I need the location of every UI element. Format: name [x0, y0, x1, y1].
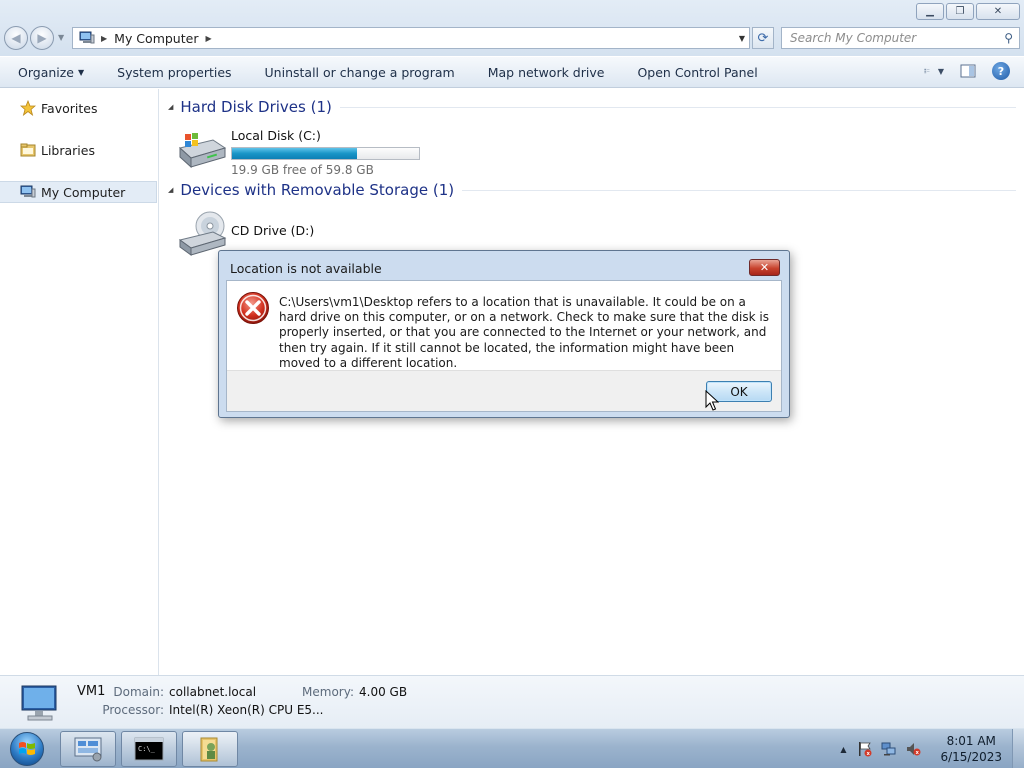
close-window-button[interactable]: ✕	[976, 3, 1020, 20]
server-manager-icon	[74, 737, 102, 762]
group-header-hard-disks[interactable]: ◢ Hard Disk Drives (1)	[168, 98, 1016, 116]
restore-button[interactable]: ❐	[946, 3, 974, 20]
svg-text:C:\_: C:\_	[138, 745, 156, 753]
search-icon[interactable]: ⚲	[1004, 31, 1013, 45]
close-icon: ✕	[759, 261, 770, 274]
computer-icon	[19, 184, 37, 200]
explorer-folder-icon	[200, 737, 218, 762]
computer-name: VM1	[77, 684, 106, 699]
details-pane: VM1 Domain: collabnet.local Memory: 4.00…	[0, 675, 1024, 728]
refresh-button[interactable]: ⟳	[752, 27, 774, 49]
organize-label: Organize	[18, 64, 74, 80]
dialog-close-button[interactable]: ✕	[749, 259, 780, 276]
start-button[interactable]	[4, 730, 50, 768]
dialog-message-area: C:\Users\vm1\Desktop refers to a locatio…	[227, 281, 781, 370]
command-bar: Organize ▼ System properties Uninstall or…	[0, 57, 1024, 88]
window-controls: ▁ ❐ ✕	[916, 3, 1020, 20]
hard-disk-icon	[177, 126, 227, 172]
volume-muted-icon[interactable]: x	[904, 740, 922, 758]
sidebar-item-favorites[interactable]: Favorites	[0, 97, 157, 119]
domain-label: Domain:	[113, 685, 164, 699]
clock-date: 6/15/2023	[940, 750, 1002, 764]
map-network-drive-button[interactable]: Map network drive	[470, 65, 620, 80]
taskbar: C:\_ ▲ x x 8:01 AM 6/15/2023	[0, 728, 1024, 768]
system-properties-button[interactable]: System properties	[99, 65, 246, 80]
network-icon[interactable]	[880, 740, 898, 758]
address-dropdown-icon[interactable]: ▼	[739, 34, 745, 43]
refresh-icon: ⟳	[757, 30, 769, 46]
chevron-down-icon: ▼	[937, 66, 944, 76]
group-divider	[339, 106, 1016, 108]
dialog-title: Location is not available	[230, 261, 382, 276]
organize-menu[interactable]: Organize ▼	[0, 65, 99, 80]
taskbar-windows-explorer[interactable]	[182, 731, 238, 767]
search-input[interactable]: Search My Computer ⚲	[781, 27, 1020, 49]
drive-name: CD Drive (D:)	[231, 223, 315, 238]
drive-local-disk-c[interactable]: Local Disk (C:) 19.9 GB free of 59.8 GB	[177, 126, 420, 177]
mouse-cursor-icon	[705, 390, 719, 411]
preview-pane-button[interactable]	[958, 61, 978, 81]
sidebar-item-my-computer[interactable]: My Computer	[0, 181, 157, 203]
sidebar-item-label: Libraries	[41, 142, 95, 158]
star-icon	[19, 100, 37, 116]
collapse-triangle-icon[interactable]: ◢	[168, 186, 173, 194]
sidebar-item-label: Favorites	[41, 100, 98, 116]
group-divider	[462, 189, 1016, 191]
change-view-button[interactable]: ▼	[924, 61, 944, 81]
collapse-triangle-icon[interactable]: ◢	[168, 103, 173, 111]
domain-value: collabnet.local	[169, 685, 257, 699]
forward-button[interactable]: ▶	[30, 26, 54, 50]
forward-arrow-icon: ▶	[37, 31, 47, 45]
uninstall-program-button[interactable]: Uninstall or change a program	[247, 65, 470, 80]
group-title: Devices with Removable Storage (1)	[180, 181, 455, 199]
recent-pages-dropdown[interactable]: ▼	[58, 33, 64, 42]
folder-icon	[19, 142, 37, 158]
minimize-button[interactable]: ▁	[916, 3, 944, 20]
navigation-pane: Favorites Libraries My Computer	[0, 89, 159, 675]
group-title: Hard Disk Drives (1)	[180, 98, 332, 116]
dialog-footer: OK	[227, 370, 781, 411]
sidebar-item-label: My Computer	[41, 184, 126, 200]
search-placeholder: Search My Computer	[790, 31, 917, 45]
computer-icon	[77, 28, 97, 48]
command-prompt-icon: C:\_	[134, 737, 164, 761]
drive-usage-fill	[232, 148, 357, 159]
taskbar-server-manager[interactable]	[60, 731, 116, 767]
sidebar-item-libraries[interactable]: Libraries	[0, 139, 157, 161]
close-icon: ✕	[993, 6, 1003, 17]
back-arrow-icon: ◀	[11, 31, 21, 45]
processor-label: Processor:	[102, 703, 164, 717]
memory-value: 4.00 GB	[359, 685, 408, 699]
show-hidden-icons-icon[interactable]: ▲	[840, 745, 846, 754]
minimize-icon: ▁	[926, 6, 934, 17]
drive-name: Local Disk (C:)	[231, 128, 321, 143]
address-bar[interactable]: ▶ My Computer ▶ ▼	[72, 27, 750, 49]
restore-icon: ❐	[955, 6, 965, 17]
windows-logo-icon	[10, 732, 44, 766]
clock-time: 8:01 AM	[946, 734, 996, 748]
taskbar-command-prompt[interactable]: C:\_	[121, 731, 177, 767]
help-icon[interactable]: ?	[992, 62, 1010, 80]
clock[interactable]: 8:01 AM 6/15/2023	[940, 733, 1002, 765]
breadcrumb-separator-icon[interactable]: ▶	[205, 34, 211, 43]
back-button[interactable]: ◀	[4, 26, 28, 50]
show-desktop-button[interactable]	[1012, 729, 1024, 768]
open-control-panel-button[interactable]: Open Control Panel	[619, 65, 772, 80]
error-icon	[236, 291, 270, 325]
computer-icon	[18, 684, 62, 722]
chevron-down-icon: ▼	[78, 67, 85, 77]
drive-usage-bar	[231, 147, 420, 160]
dialog-body: C:\Users\vm1\Desktop refers to a locatio…	[226, 280, 782, 412]
action-center-flag-icon[interactable]: x	[856, 740, 874, 758]
memory-label: Memory:	[302, 685, 354, 699]
processor-value: Intel(R) Xeon(R) CPU E5...	[169, 703, 324, 717]
breadcrumb-separator-icon[interactable]: ▶	[101, 34, 107, 43]
breadcrumb-my-computer[interactable]: My Computer	[114, 31, 198, 46]
dialog-message: C:\Users\vm1\Desktop refers to a locatio…	[279, 295, 769, 370]
drive-free-space: 19.9 GB free of 59.8 GB	[231, 163, 374, 177]
group-header-removable-storage[interactable]: ◢ Devices with Removable Storage (1)	[168, 181, 1016, 199]
system-tray: ▲ x x 8:01 AM 6/15/2023	[840, 729, 1024, 768]
window-titlebar: ▁ ❐ ✕ ◀ ▶ ▼ ▶ My Computer ▶ ▼ ⟳ Search M…	[0, 0, 1024, 56]
